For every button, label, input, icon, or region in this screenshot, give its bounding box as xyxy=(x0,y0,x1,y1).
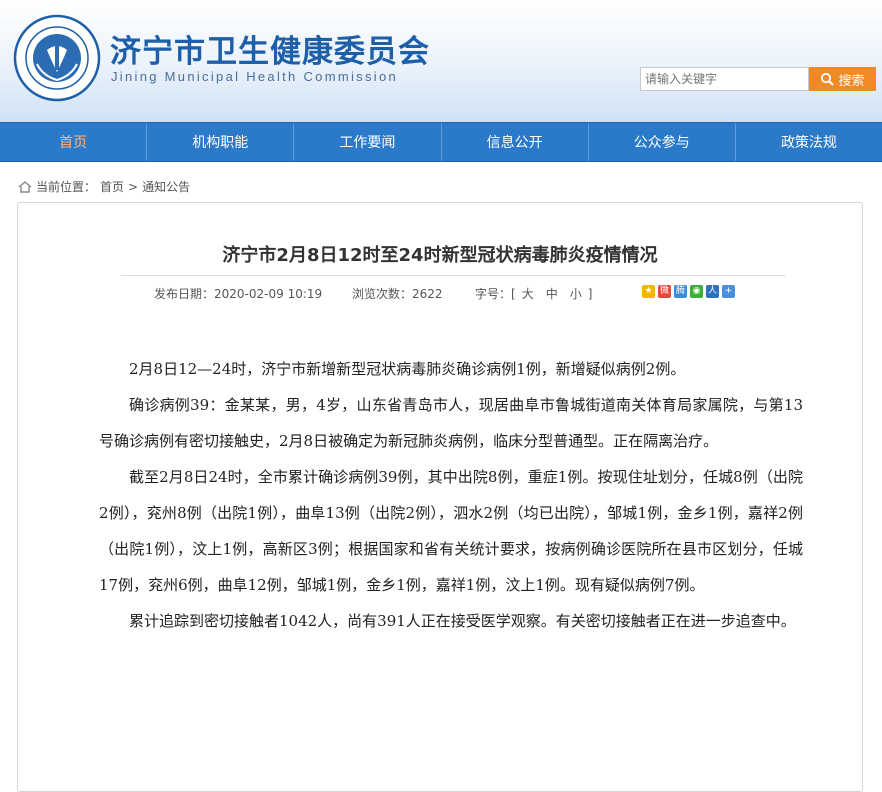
breadcrumb-separator: > xyxy=(128,179,139,194)
breadcrumb-prefix: 当前位置： xyxy=(36,180,97,194)
search-icon xyxy=(821,72,835,86)
main-nav: 首页 机构职能 工作要闻 信息公开 公众参与 政策法规 xyxy=(0,122,882,162)
weibo-icon[interactable]: 微 xyxy=(658,285,671,298)
font-size-medium[interactable]: 中 xyxy=(546,287,558,301)
font-size-end: ] xyxy=(587,287,593,301)
renren-icon[interactable]: 人 xyxy=(706,285,719,298)
view-count-label: 浏览次数： xyxy=(352,287,413,301)
site-title: 济宁市卫生健康委员会 xyxy=(110,34,430,70)
search-button[interactable]: 搜索 xyxy=(809,67,876,91)
site-subtitle: Jining Municipal Health Commission xyxy=(111,69,399,84)
view-count: 浏览次数：2622 xyxy=(352,285,443,302)
search-button-label: 搜索 xyxy=(838,73,865,89)
article-paragraph: 确诊病例39：金某某，男，4岁，山东省青岛市人，现居曲阜市鲁城街道南关体育局家属… xyxy=(99,396,803,450)
wechat-icon[interactable]: ◉ xyxy=(690,285,703,298)
publish-date: 发布日期：2020-02-09 10:19 xyxy=(154,285,322,302)
article-body: 2月8日12—24时，济宁市新增新型冠状病毒肺炎确诊病例1例，新增疑似病例2例。… xyxy=(99,351,803,639)
font-size-label: 字号：[ xyxy=(475,287,516,301)
site-header: 济宁市卫生健康委员会 Jining Municipal Health Commi… xyxy=(0,0,882,122)
title-divider xyxy=(121,275,786,276)
article-paragraph: 累计追踪到密切接触者1042人，尚有391人正在接受医学观察。有关密切接触者正在… xyxy=(129,612,796,630)
breadcrumb-current-link[interactable]: 通知公告 xyxy=(142,178,190,195)
qzone-icon[interactable]: ★ xyxy=(642,285,655,298)
home-icon xyxy=(18,180,32,193)
breadcrumb-home-link[interactable]: 首页 xyxy=(100,178,124,195)
article-paragraph: 2月8日12—24时，济宁市新增新型冠状病毒肺炎确诊病例1例，新增疑似病例2例。 xyxy=(129,360,686,378)
nav-item-disclosure[interactable]: 信息公开 xyxy=(442,123,589,161)
font-size-selector: 字号：[ 大中小] xyxy=(475,285,592,302)
article-title: 济宁市2月8日12时至24时新型冠状病毒肺炎疫情情况 xyxy=(222,245,658,266)
nav-item-home[interactable]: 首页 xyxy=(0,123,148,161)
nav-item-policy[interactable]: 政策法规 xyxy=(736,123,882,161)
publish-date-value: 2020-02-09 10:19 xyxy=(214,287,323,301)
publish-date-label: 发布日期： xyxy=(154,287,215,301)
nav-item-participation[interactable]: 公众参与 xyxy=(589,123,736,161)
tencent-weibo-icon[interactable]: 腾 xyxy=(674,285,687,298)
search-input[interactable] xyxy=(640,67,809,91)
nav-item-news[interactable]: 工作要闻 xyxy=(294,123,442,161)
font-size-small[interactable]: 小 xyxy=(570,287,582,301)
more-share-icon[interactable]: + xyxy=(722,285,735,298)
view-count-value: 2622 xyxy=(412,287,443,301)
share-bar: ★ 微 腾 ◉ 人 + xyxy=(642,285,735,298)
health-commission-logo xyxy=(13,14,101,102)
font-size-large[interactable]: 大 xyxy=(522,287,534,301)
article-paragraph: 截至2月8日24时，全市累计确诊病例39例，其中出院8例，重症1例。按现住址划分… xyxy=(99,468,803,594)
breadcrumb: 当前位置： 首页 > 通知公告 xyxy=(18,178,190,195)
nav-item-functions[interactable]: 机构职能 xyxy=(147,123,295,161)
article-panel: 济宁市2月8日12时至24时新型冠状病毒肺炎疫情情况 发布日期：2020-02-… xyxy=(17,202,863,792)
